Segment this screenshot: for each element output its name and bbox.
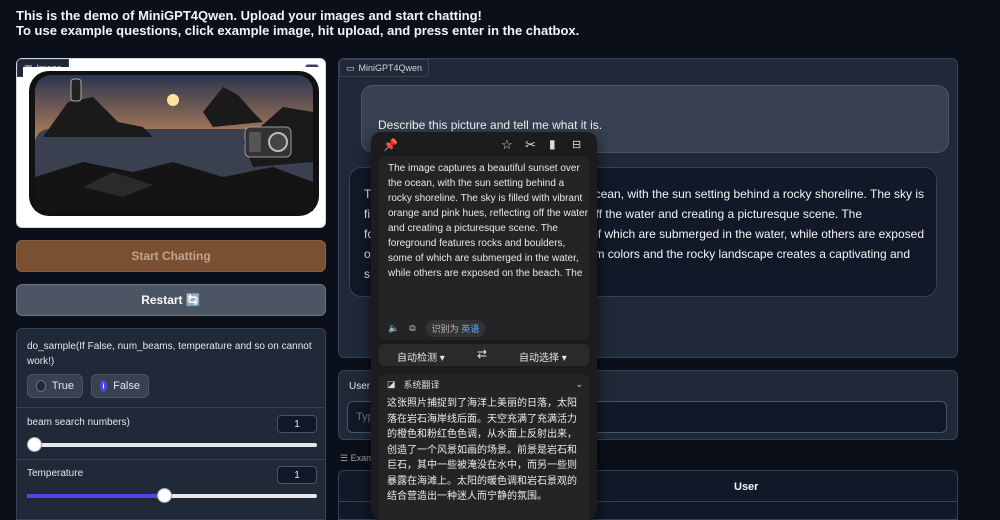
temperature-slider-fill [27,494,165,498]
pin-icon[interactable]: 📌 [383,138,398,152]
do-sample-label: do_sample(If False, num_beams, temperatu… [27,341,312,367]
start-chatting-button[interactable]: Start Chatting [16,240,326,272]
chat-icon: ▭ [346,63,355,73]
toggle-icon[interactable]: ⊟ [572,138,581,151]
restart-button[interactable]: Restart 🔄 [16,284,326,316]
system-translate-icon: ◪ [387,379,396,389]
radio-false[interactable]: False [91,374,149,398]
image-upload-panel[interactable]: ▣ Image ⤓ [16,58,326,228]
divider [17,407,325,408]
speaker-icon[interactable]: 🔈 [388,323,399,334]
radio-true-dot [36,380,46,392]
target-language-select[interactable]: 自动选择 ▾ [519,349,567,364]
radio-true[interactable]: True [27,374,83,398]
controls-panel: do_sample(If False, num_beams, temperatu… [16,328,326,520]
examples-label: ☰ Exam [340,453,374,463]
english-source-text: The image captures a beautiful sunset ov… [388,163,588,279]
intro-text: This is the demo of MiniGPT4Qwen. Upload… [16,8,579,38]
temperature-label: Temperature [27,468,84,479]
intro-line-1: This is the demo of MiniGPT4Qwen. Upload… [16,8,482,23]
temperature-slider-thumb[interactable] [157,488,172,503]
chevron-down-icon[interactable]: ⌄ [575,379,583,390]
intro-line-2: To use example questions, click example … [16,23,580,38]
temperature-number-input[interactable]: 1 [277,466,317,484]
user-input-label: User [349,381,371,392]
beam-number-input[interactable]: 1 [277,415,317,433]
examples-header-user: User [734,481,759,493]
translation-service-header[interactable]: ◪ 系统翻译 ⌄ [387,378,583,391]
chatbot-label: ▭ MiniGPT4Qwen [339,59,430,77]
beam-slider-thumb[interactable] [27,437,42,452]
translation-popup: 📌 ☆ ✂ ▮ ⊟ The image captures a beautiful… [371,132,597,520]
swap-languages-icon[interactable]: ⇄ [477,347,487,361]
source-actions: 🔈 ⧉ 识别为 英语 [388,320,486,337]
bookmark-icon[interactable]: ▮ [549,137,556,151]
uploaded-image [23,67,323,217]
detected-language-badge: 识别为 英语 [425,320,486,337]
source-language-select[interactable]: 自动检测 ▾ [397,349,445,364]
copy-icon[interactable]: ⧉ [409,323,415,334]
star-icon[interactable]: ☆ [501,137,513,153]
beam-slider-track[interactable] [27,443,317,447]
scissors-icon[interactable]: ✂ [525,137,536,153]
chinese-translation-text: 这张照片捕捉到了海洋上美丽的日落，太阳落在岩石海岸线后面。天空充满了充满活力的橙… [387,398,577,502]
beam-label: beam search numbers) [27,417,130,428]
radio-false-dot [100,380,108,392]
divider [17,459,325,460]
language-bar: 自动检测 ▾ ⇄ 自动选择 ▾ [379,344,589,366]
list-icon: ☰ [340,453,349,463]
